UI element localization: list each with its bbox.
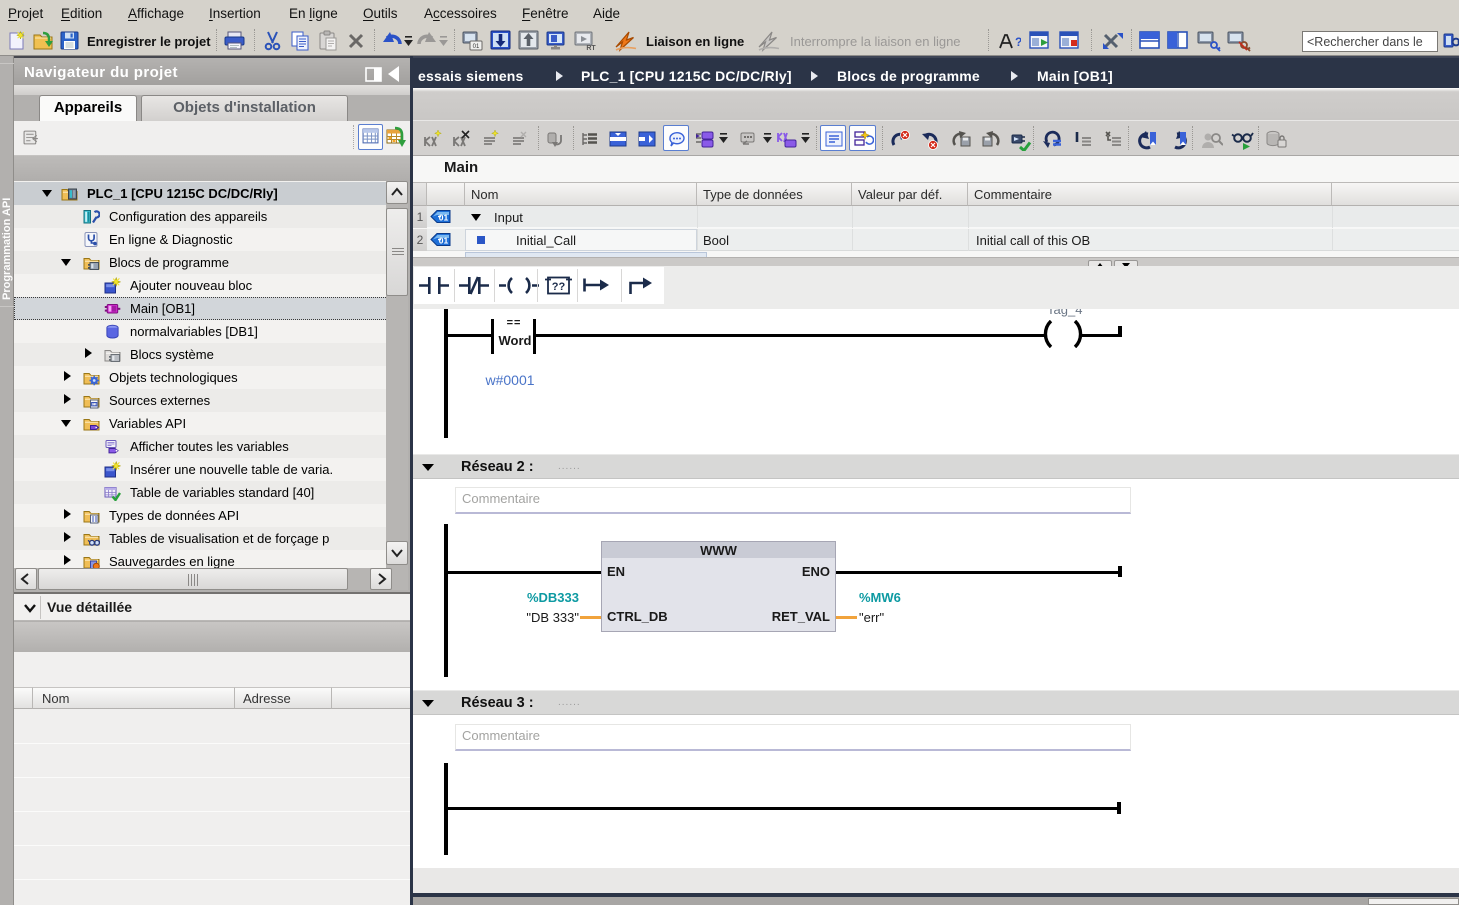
svg-text:??: ?? bbox=[552, 281, 566, 293]
svg-text:?: ? bbox=[1015, 35, 1021, 49]
svg-text:01: 01 bbox=[92, 402, 96, 406]
svg-text:01: 01 bbox=[439, 236, 449, 246]
svg-text:01: 01 bbox=[439, 213, 449, 223]
svg-text:RT: RT bbox=[586, 45, 596, 52]
svg-text:01: 01 bbox=[473, 44, 480, 50]
